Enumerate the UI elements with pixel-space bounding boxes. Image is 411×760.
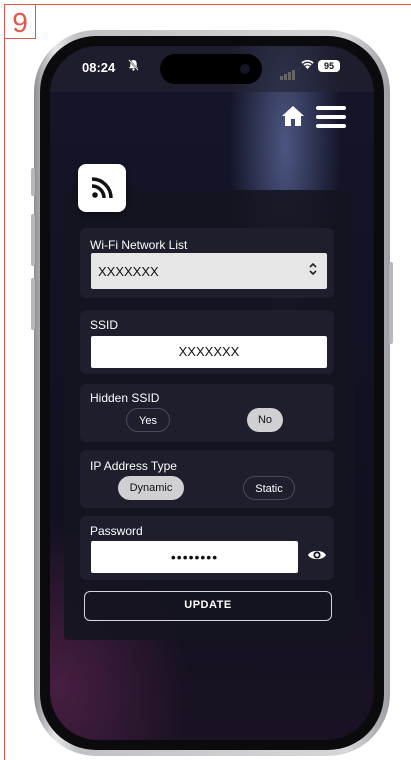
action-button xyxy=(31,168,35,196)
status-time: 08:24 xyxy=(82,60,116,75)
rss-feed-icon xyxy=(78,164,126,212)
ip-type-dynamic-option[interactable]: Dynamic xyxy=(118,476,184,500)
ip-address-type-panel: IP Address Type xyxy=(80,450,334,508)
wifi-network-selected: XXXXXXX xyxy=(98,264,159,279)
home-icon[interactable] xyxy=(281,104,305,128)
step-number-badge: 9 xyxy=(4,4,36,39)
hidden-ssid-panel: Hidden SSID xyxy=(80,384,334,442)
ssid-label: SSID xyxy=(90,318,119,332)
phone-screen: 08:24 95 Wi-Fi Network List XXXXXXX SSID xyxy=(50,46,374,740)
hamburger-menu-icon[interactable] xyxy=(316,106,346,128)
eye-icon[interactable] xyxy=(307,548,327,562)
password-label: Password xyxy=(90,524,143,538)
status-bar: 08:24 95 xyxy=(50,46,374,92)
power-button xyxy=(389,262,393,344)
ssid-value: XXXXXXX xyxy=(178,344,240,359)
password-value: •••••••• xyxy=(170,549,219,565)
hidden-ssid-label: Hidden SSID xyxy=(90,391,160,405)
volume-down-button xyxy=(31,278,35,330)
front-camera xyxy=(240,64,250,74)
ip-address-type-label: IP Address Type xyxy=(90,459,177,473)
password-input[interactable]: •••••••• xyxy=(91,541,298,573)
hidden-ssid-no-option[interactable]: No xyxy=(247,408,283,432)
wifi-list-label: Wi-Fi Network List xyxy=(90,238,188,252)
hidden-ssid-yes-option[interactable]: Yes xyxy=(126,408,170,432)
wifi-network-select[interactable]: XXXXXXX xyxy=(91,253,327,289)
update-button[interactable]: UPDATE xyxy=(84,591,332,621)
volume-up-button xyxy=(31,214,35,266)
ssid-input[interactable]: XXXXXXX xyxy=(91,336,327,368)
ip-type-static-option[interactable]: Static xyxy=(243,476,295,500)
chevron-updown-icon xyxy=(308,262,318,279)
bell-slash-icon xyxy=(128,59,139,74)
wifi-icon xyxy=(300,58,315,73)
annotation-frame-top xyxy=(4,4,411,5)
annotation-frame-left xyxy=(4,4,5,760)
signal-bars-icon xyxy=(280,62,296,80)
battery-indicator: 95 xyxy=(318,60,340,72)
